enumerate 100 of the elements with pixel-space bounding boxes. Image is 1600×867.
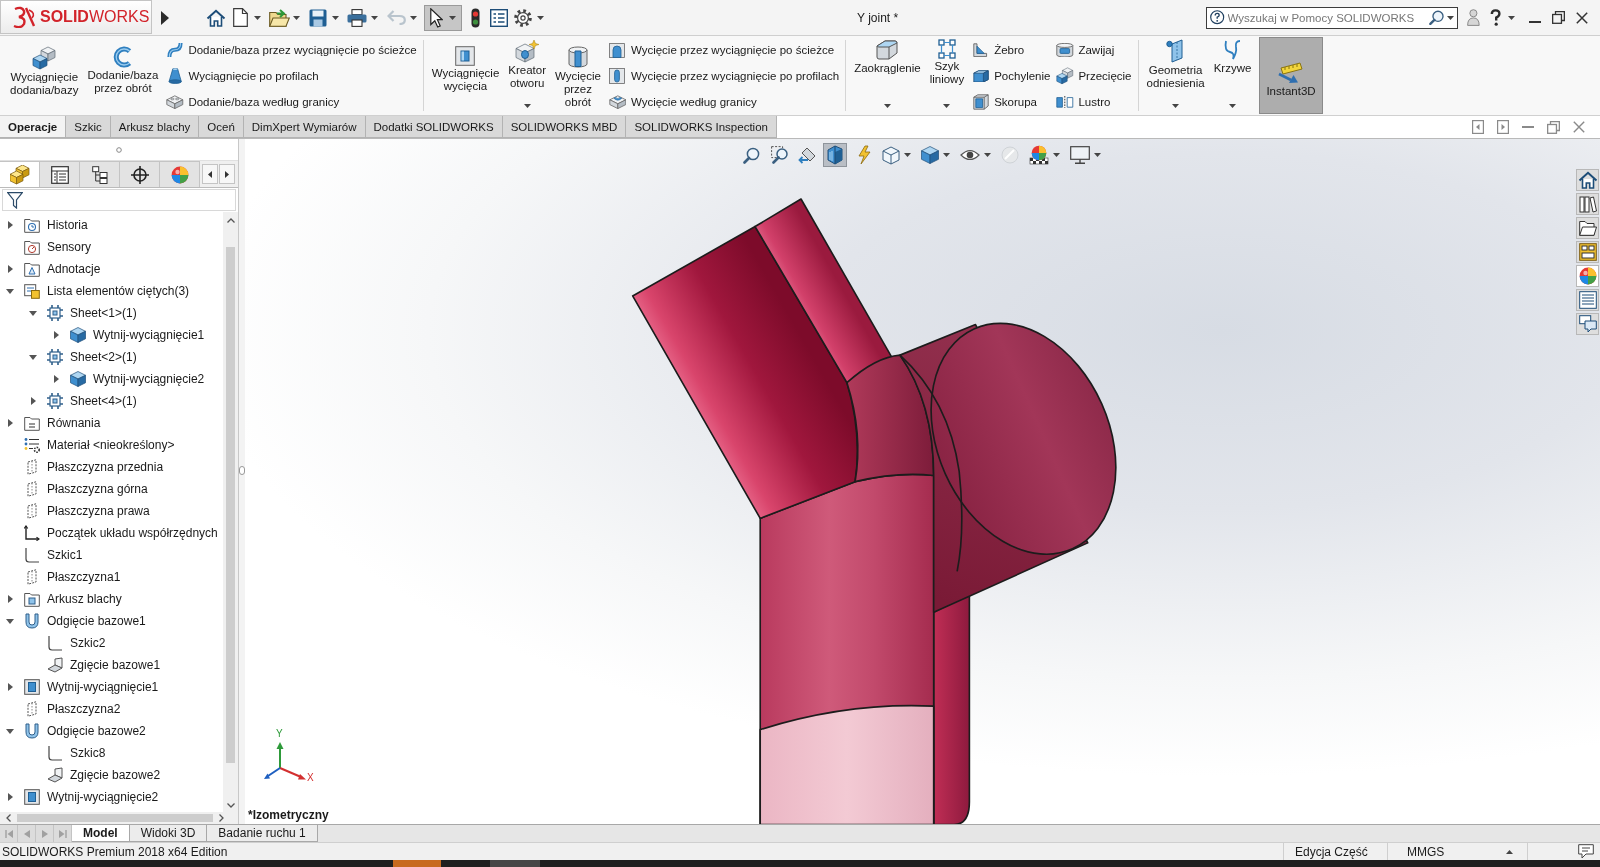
tree-item-label[interactable]: Zgięcie bazowe2 xyxy=(70,768,161,782)
caret-icon[interactable] xyxy=(332,15,339,20)
tree-item-label[interactable]: Sheet<4>(1) xyxy=(70,394,137,408)
ribbon-button[interactable]: Kreator otworu xyxy=(504,36,550,115)
ribbon-button[interactable]: Wycięcie przez obrót xyxy=(551,36,605,115)
tree-item-label[interactable]: Równania xyxy=(47,416,101,430)
tree-item-label[interactable]: Płaszczyzna przednia xyxy=(47,460,164,474)
printer-icon[interactable] xyxy=(347,8,367,27)
expand-arrow-icon[interactable] xyxy=(53,375,59,383)
expand-arrow-icon[interactable] xyxy=(53,331,59,339)
caret-icon[interactable] xyxy=(293,15,300,20)
scroll-thumb[interactable] xyxy=(17,814,213,822)
tree-item-label[interactable]: Wytnij-wyciągnięcie1 xyxy=(47,680,159,694)
ribbon-button[interactable]: Krzywe xyxy=(1209,36,1256,115)
ribbon-button[interactable]: Lustro xyxy=(1053,89,1134,115)
tab[interactable]: Operacje xyxy=(0,116,67,138)
expand-arrow-icon[interactable] xyxy=(7,793,13,801)
ribbon-button[interactable]: Wyciągnięcie dodania/bazy xyxy=(6,36,83,115)
expand-arrow-icon[interactable] xyxy=(7,595,13,603)
traffic-light-icon[interactable] xyxy=(470,7,480,28)
caret-icon[interactable] xyxy=(1447,15,1455,20)
tab[interactable]: Model xyxy=(72,825,130,842)
minimize-icon[interactable] xyxy=(1529,20,1541,23)
view-tool-button[interactable] xyxy=(918,143,953,167)
help-circle-icon[interactable] xyxy=(1210,10,1225,25)
open-folder-icon[interactable] xyxy=(268,8,290,27)
ribbon-button[interactable]: Wycięcie przez wyciągnięcie po ścieżce xyxy=(605,37,842,63)
close-icon[interactable] xyxy=(1576,11,1588,24)
ribbon-button[interactable]: Skorupa xyxy=(969,89,1053,115)
tab[interactable]: Dodatki SOLIDWORKS xyxy=(365,116,503,138)
ribbon-button[interactable]: Wyciągnięcie wycięcia xyxy=(427,36,504,115)
tree-item-label[interactable]: Wytnij-wyciągnięcie2 xyxy=(47,790,159,804)
save-icon[interactable] xyxy=(309,8,327,27)
tree-item-label[interactable]: Materiał <nieokreślony> xyxy=(47,438,175,452)
task-pane-tab[interactable] xyxy=(1576,193,1599,215)
ribbon-button[interactable]: Dodanie/baza przez obrót xyxy=(83,36,163,115)
task-pane-tab[interactable] xyxy=(1576,289,1599,311)
tree-item-label[interactable]: Odgięcie bazowe2 xyxy=(47,724,146,738)
tree-item-label[interactable]: Szkic8 xyxy=(70,746,106,760)
ribbon-button[interactable]: Geometria odniesienia xyxy=(1142,36,1209,115)
ribbon-button[interactable]: Szyk liniowy xyxy=(925,36,969,115)
task-pane-tab[interactable] xyxy=(1576,241,1599,263)
tree-item-label[interactable]: Płaszczyzna górna xyxy=(47,482,148,496)
tab[interactable]: SOLIDWORKS MBD xyxy=(502,116,627,138)
tab[interactable]: Oceń xyxy=(199,116,244,138)
app-logo-panel[interactable]: SOLIDWORKS xyxy=(0,0,152,34)
splitter-grip-icon[interactable] xyxy=(239,466,245,475)
view-tool-button[interactable] xyxy=(1026,143,1063,167)
caret-icon[interactable] xyxy=(410,15,417,20)
ribbon-button[interactable]: Wycięcie przez wyciągnięcie po profilach xyxy=(605,63,842,89)
tree-item-label[interactable]: Adnotacje xyxy=(47,262,101,276)
tab[interactable]: Arkusz blachy xyxy=(110,116,200,138)
collapse-arrow-icon[interactable] xyxy=(29,354,37,360)
settings-icon[interactable] xyxy=(514,8,532,27)
panel-tab[interactable] xyxy=(80,161,120,187)
tree-item-label[interactable]: Arkusz blachy xyxy=(47,592,122,606)
filter-field[interactable] xyxy=(2,189,236,211)
ribbon-button[interactable]: Pochylenie xyxy=(969,63,1053,89)
caret-icon[interactable] xyxy=(1508,15,1515,20)
ribbon-button[interactable]: Wycięcie według granicy xyxy=(605,89,842,115)
caret-icon[interactable] xyxy=(254,15,261,20)
tab[interactable]: Widoki 3D xyxy=(129,825,208,842)
ribbon-button[interactable]: Instant3D xyxy=(1259,37,1323,114)
tree-item-label[interactable]: Początek układu współrzędnych xyxy=(47,526,218,540)
ribbon-button[interactable]: Wyciągnięcie po profilach xyxy=(163,63,419,89)
ribbon-button[interactable]: Przecięcie xyxy=(1053,63,1134,89)
tree-item-label[interactable]: Sheet<1>(1) xyxy=(70,306,137,320)
view-tool-button[interactable] xyxy=(1067,143,1104,167)
select-button[interactable] xyxy=(424,4,462,31)
tree-item-label[interactable]: Szkic1 xyxy=(47,548,83,562)
tree-item-label[interactable]: Płaszczyzna1 xyxy=(47,570,121,584)
vertical-scrollbar[interactable] xyxy=(223,212,238,812)
panel-tab[interactable] xyxy=(120,161,160,187)
document-icon[interactable] xyxy=(232,8,248,27)
checklist-icon[interactable] xyxy=(490,8,508,27)
tree-item-label[interactable]: Lista elementów ciętych(3) xyxy=(47,284,190,298)
ribbon-button[interactable]: Zaokrąglenie xyxy=(850,36,925,115)
panel-tab[interactable] xyxy=(40,161,80,187)
speech-bubble-icon[interactable] xyxy=(1578,844,1594,859)
scroll-right-button[interactable] xyxy=(219,164,235,184)
task-pane-tab[interactable] xyxy=(1576,313,1599,335)
tree-item-label[interactable]: Wytnij-wyciągnięcie2 xyxy=(93,372,205,386)
caret-icon[interactable] xyxy=(371,15,378,20)
ribbon-button[interactable]: Żebro xyxy=(969,37,1053,63)
restore-icon[interactable] xyxy=(1552,11,1565,24)
tree-item-label[interactable]: Wytnij-wyciągnięcie1 xyxy=(93,328,205,342)
tree-item-label[interactable]: Płaszczyzna2 xyxy=(47,702,121,716)
horizontal-scrollbar[interactable] xyxy=(0,812,238,824)
search-icon[interactable] xyxy=(1428,9,1445,26)
home-icon[interactable] xyxy=(206,8,226,27)
task-pane-tab[interactable] xyxy=(1576,169,1599,191)
tab[interactable]: SOLIDWORKS Inspection xyxy=(626,116,777,138)
collapse-arrow-icon[interactable] xyxy=(6,288,14,294)
help-icon[interactable] xyxy=(1490,9,1501,26)
tree-item-label[interactable]: Szkic2 xyxy=(70,636,106,650)
expand-arrow-icon[interactable] xyxy=(7,221,13,229)
collapse-arrow-icon[interactable] xyxy=(6,728,14,734)
ribbon-button[interactable]: Zawijaj xyxy=(1053,37,1134,63)
scroll-thumb[interactable] xyxy=(226,247,235,763)
ribbon-button[interactable]: Dodanie/baza według granicy xyxy=(163,89,419,115)
